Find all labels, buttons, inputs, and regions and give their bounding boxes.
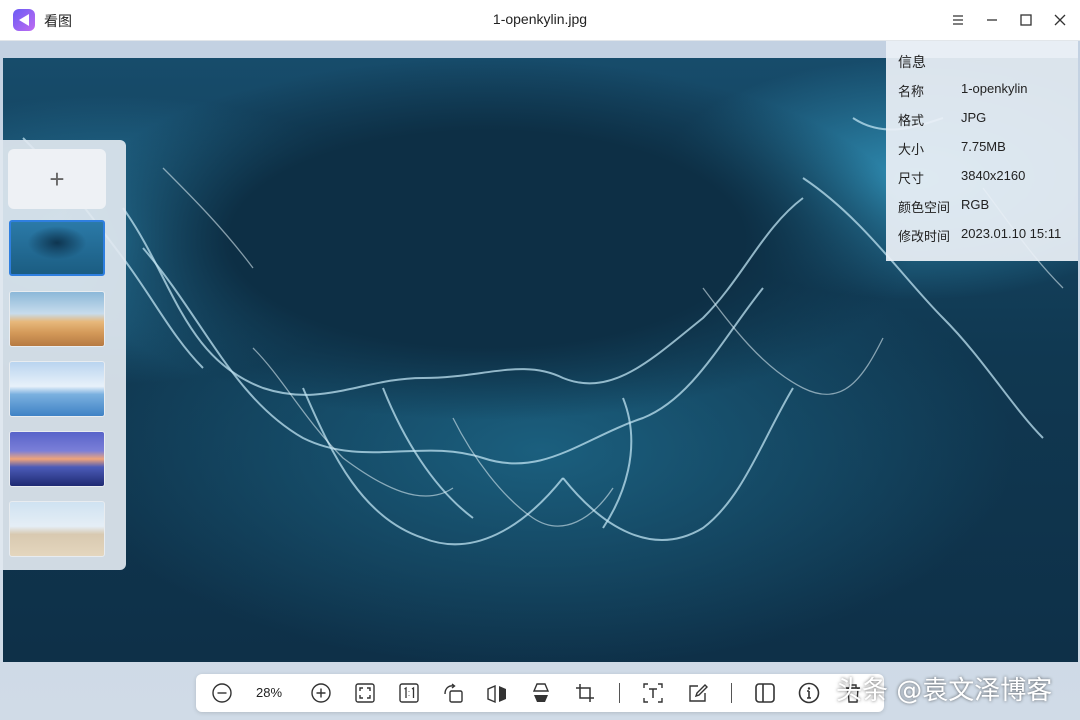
- info-value: RGB: [961, 197, 990, 212]
- zoom-out-button[interactable]: [209, 681, 235, 705]
- crop-button[interactable]: [572, 681, 598, 705]
- close-icon: [1054, 14, 1066, 26]
- flip-horizontal-button[interactable]: [484, 681, 510, 705]
- actual-size-icon: [399, 683, 419, 703]
- info-panel: 信息 名称 1-openkylin 格式 JPG 大小 7.75MB 尺寸 38…: [886, 41, 1078, 261]
- flip-vertical-icon: [532, 683, 550, 702]
- fit-window-icon: [355, 683, 375, 703]
- info-key: 修改时间: [898, 229, 951, 244]
- edit-icon: [689, 684, 708, 702]
- info-value: 3840x2160: [961, 168, 1026, 183]
- info-button[interactable]: [796, 681, 822, 705]
- thumbnail-purple-mountains[interactable]: [9, 431, 105, 487]
- crop-icon: [576, 684, 594, 702]
- info-value: JPG: [961, 110, 987, 125]
- info-key: 格式: [898, 113, 925, 128]
- title-bar: 看图 1-openkylin.jpg: [0, 0, 1080, 41]
- zoom-in-icon: [311, 683, 331, 703]
- flip-horizontal-icon: [487, 684, 506, 704]
- thumbnail-desert-dunes[interactable]: [9, 291, 105, 347]
- ocr-text-icon: [643, 683, 663, 703]
- info-value: 7.75MB: [961, 139, 1006, 154]
- thumbnail-ocean-aerial[interactable]: [9, 220, 105, 276]
- info-heading: 信息: [898, 54, 926, 70]
- rotate-button[interactable]: [440, 681, 466, 705]
- maximize-icon: [1020, 14, 1032, 26]
- hamburger-icon: [953, 15, 963, 25]
- info-key: 大小: [898, 142, 925, 157]
- bottom-toolbar: 28%: [196, 674, 884, 712]
- close-button[interactable]: [1046, 6, 1074, 34]
- ocr-text-button[interactable]: [640, 681, 666, 705]
- flip-vertical-button[interactable]: [528, 681, 554, 705]
- zoom-in-button[interactable]: [308, 681, 334, 705]
- add-icon: +: [49, 163, 65, 194]
- zoom-out-icon: [212, 683, 232, 703]
- toolbar-divider: [731, 683, 732, 703]
- actual-size-button[interactable]: [396, 681, 422, 705]
- minimize-icon: [987, 19, 997, 21]
- info-key: 尺寸: [898, 171, 925, 186]
- info-value: 2023.01.10 15:11: [961, 226, 1062, 241]
- toolbar-divider: [619, 683, 620, 703]
- window-title: 1-openkylin.jpg: [492, 11, 588, 27]
- fit-window-button[interactable]: [352, 681, 378, 705]
- sidebar-toggle-icon: [755, 683, 775, 703]
- thumbnail-blue-waves[interactable]: [9, 361, 105, 417]
- thumbnail-panel: +: [0, 140, 126, 570]
- info-value: 1-openkylin: [961, 81, 1028, 96]
- edit-button[interactable]: [685, 681, 711, 705]
- watermark-text: 头条 @袁文泽博客: [836, 676, 1053, 706]
- zoom-level: 28%: [255, 685, 283, 700]
- sidebar-toggle-button[interactable]: [752, 681, 778, 705]
- maximize-button[interactable]: [1012, 6, 1040, 34]
- info-icon: [798, 682, 820, 704]
- menu-button[interactable]: [944, 6, 972, 34]
- info-key: 名称: [898, 84, 925, 99]
- rotate-icon: [444, 683, 463, 703]
- add-image-button[interactable]: +: [8, 149, 106, 209]
- info-key: 颜色空间: [898, 200, 951, 215]
- thumbnail-building[interactable]: [9, 501, 105, 557]
- minimize-button[interactable]: [978, 6, 1006, 34]
